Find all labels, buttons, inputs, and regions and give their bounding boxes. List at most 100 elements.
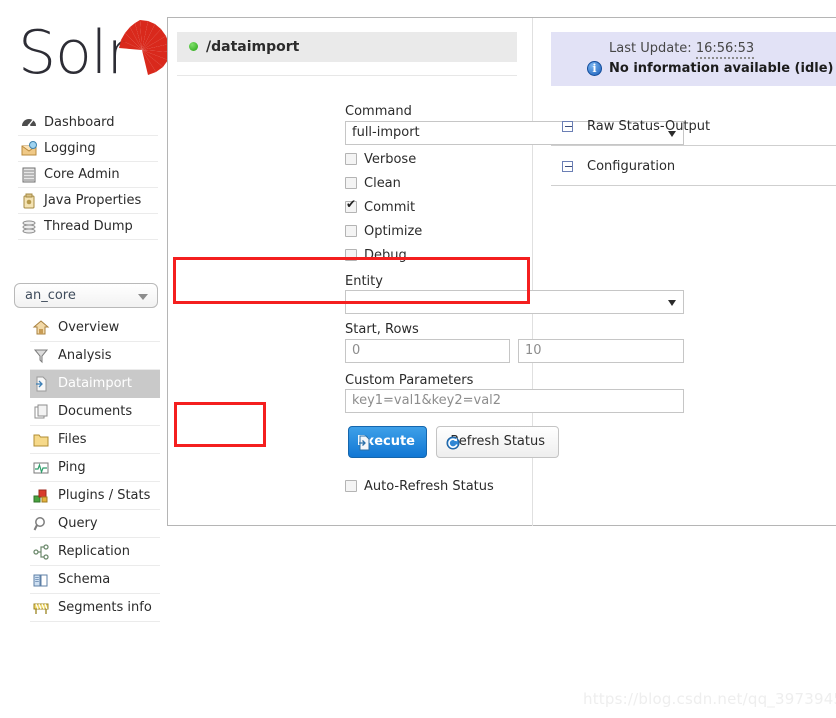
option-label: Clean (364, 176, 401, 191)
last-update-line: Last Update: 16:56:53 (609, 41, 755, 59)
minus-box-icon[interactable] (562, 121, 573, 132)
option-clean[interactable]: Clean (345, 176, 401, 194)
solr-sunburst-icon (119, 20, 170, 75)
replication-icon (33, 544, 49, 560)
green-status-dot-icon (189, 41, 198, 51)
sidebar-item-segments-info[interactable]: Segments info (30, 594, 160, 622)
overview-icon (32, 320, 50, 335)
sidebar-item-label: Ping (58, 460, 86, 475)
option-label: Auto-Refresh Status (364, 479, 494, 494)
logging-icon (21, 141, 37, 156)
core-selector-dropdown[interactable]: an_core (14, 283, 158, 308)
sidebar-item-label: Plugins / Stats (58, 488, 151, 503)
checkbox-auto-refresh[interactable] (345, 479, 357, 492)
sidebar-item-label: Schema (58, 572, 111, 587)
entity-select[interactable] (345, 290, 684, 314)
section-configuration[interactable]: Configuration (551, 148, 836, 186)
checkbox-commit[interactable] (345, 198, 357, 213)
sidebar-item-plugins-stats[interactable]: Plugins / Stats (30, 482, 160, 510)
segments-info-icon (33, 603, 49, 614)
sidebar-item-files[interactable]: Files (30, 426, 160, 454)
sidebar-item-label: Documents (58, 404, 133, 419)
checkbox-debug[interactable] (345, 248, 357, 261)
info-glyph: i (592, 62, 597, 75)
sidebar-item-label: Core Admin (44, 167, 120, 182)
start-input[interactable]: 0 (345, 339, 510, 363)
last-update-label: Last Update: (609, 41, 692, 56)
sidebar-main-nav: Dashboard Logging Core Admin Java Proper… (18, 110, 158, 240)
entity-label: Entity (345, 274, 383, 289)
watermark: https://blog.csdn.net/qq_39739458 (583, 690, 836, 708)
sidebar-item-ping[interactable]: Ping (30, 454, 160, 482)
sidebar-item-label: Files (58, 432, 87, 447)
status-summary-box: Last Update: 16:56:53 i No information a… (551, 32, 836, 86)
sidebar-item-label: Thread Dump (44, 219, 133, 234)
custom-parameters-label: Custom Parameters (345, 373, 474, 388)
handler-title-bar: /dataimport (177, 32, 517, 62)
sidebar-item-label: Segments info (58, 600, 152, 615)
query-icon (33, 517, 45, 531)
option-auto-refresh[interactable]: Auto-Refresh Status (345, 479, 494, 497)
option-label: Commit (364, 200, 416, 215)
sidebar-item-dataimport[interactable]: Dataimport (30, 370, 160, 398)
status-message: No information available (idle) (609, 61, 834, 76)
dashboard-icon (22, 119, 36, 127)
documents-icon (34, 404, 48, 419)
core-selector-value: an_core (25, 288, 76, 303)
execute-button[interactable]: Execute (348, 426, 427, 458)
files-icon (33, 434, 49, 447)
section-label: Configuration (587, 159, 676, 174)
sidebar-item-documents[interactable]: Documents (30, 398, 160, 426)
sidebar-item-logging[interactable]: Logging (18, 136, 158, 162)
analysis-icon (33, 349, 49, 364)
checkbox-verbose[interactable] (345, 152, 357, 165)
sidebar-item-dashboard[interactable]: Dashboard (18, 110, 158, 136)
checkbox-clean[interactable] (345, 176, 357, 189)
sidebar-item-thread-dump[interactable]: Thread Dump (18, 214, 158, 240)
page-root: Solr Dashboard Logging Core Admin Java P… (0, 0, 836, 718)
sidebar-item-label: Dataimport (58, 376, 132, 391)
option-verbose[interactable]: Verbose (345, 152, 416, 170)
sidebar-item-schema[interactable]: Schema (30, 566, 160, 594)
minus-box-icon[interactable] (562, 161, 573, 172)
plugins-stats-icon (33, 489, 48, 503)
sidebar-item-label: Analysis (58, 348, 112, 363)
start-rows-label: Start, Rows (345, 322, 419, 337)
option-label: Optimize (364, 224, 423, 239)
last-update-time: 16:56:53 (695, 41, 755, 59)
sidebar-item-overview[interactable]: Overview (30, 314, 160, 342)
sidebar-item-label: Query (58, 516, 98, 531)
option-optimize[interactable]: Optimize (345, 224, 422, 242)
option-label: Verbose (364, 152, 417, 167)
sidebar: Solr Dashboard Logging Core Admin Java P… (0, 0, 170, 718)
header-divider (177, 75, 517, 76)
rows-input[interactable]: 10 (518, 339, 684, 363)
refresh-icon (446, 436, 460, 450)
info-circle-icon: i (587, 61, 602, 76)
custom-parameters-input[interactable]: key1=val1&key2=val2 (345, 389, 684, 413)
option-debug[interactable]: Debug (345, 248, 407, 266)
java-properties-icon (23, 193, 35, 209)
page-title: /dataimport (206, 39, 300, 55)
schema-icon (33, 574, 48, 587)
checkbox-optimize[interactable] (345, 224, 357, 237)
refresh-status-button[interactable]: Refresh Status (436, 426, 559, 458)
option-commit[interactable]: Commit (345, 198, 416, 218)
sidebar-item-label: Dashboard (44, 115, 115, 130)
sidebar-item-query[interactable]: Query (30, 510, 160, 538)
ping-icon (33, 462, 49, 474)
chevron-down-icon (138, 294, 148, 300)
sidebar-item-label: Overview (58, 320, 120, 335)
sidebar-item-analysis[interactable]: Analysis (30, 342, 160, 370)
section-raw-status-output[interactable]: Raw Status-Output (551, 108, 836, 146)
solr-logo[interactable]: Solr (18, 18, 170, 96)
refresh-status-button-label: Refresh Status (450, 434, 545, 449)
sidebar-item-java-properties[interactable]: Java Properties (18, 188, 158, 214)
sidebar-item-label: Replication (58, 544, 130, 559)
command-label: Command (345, 104, 412, 119)
sidebar-item-replication[interactable]: Replication (30, 538, 160, 566)
sidebar-item-core-admin[interactable]: Core Admin (18, 162, 158, 188)
command-select-value: full-import (352, 125, 420, 140)
option-label: Debug (364, 248, 407, 263)
core-admin-icon (22, 167, 36, 183)
